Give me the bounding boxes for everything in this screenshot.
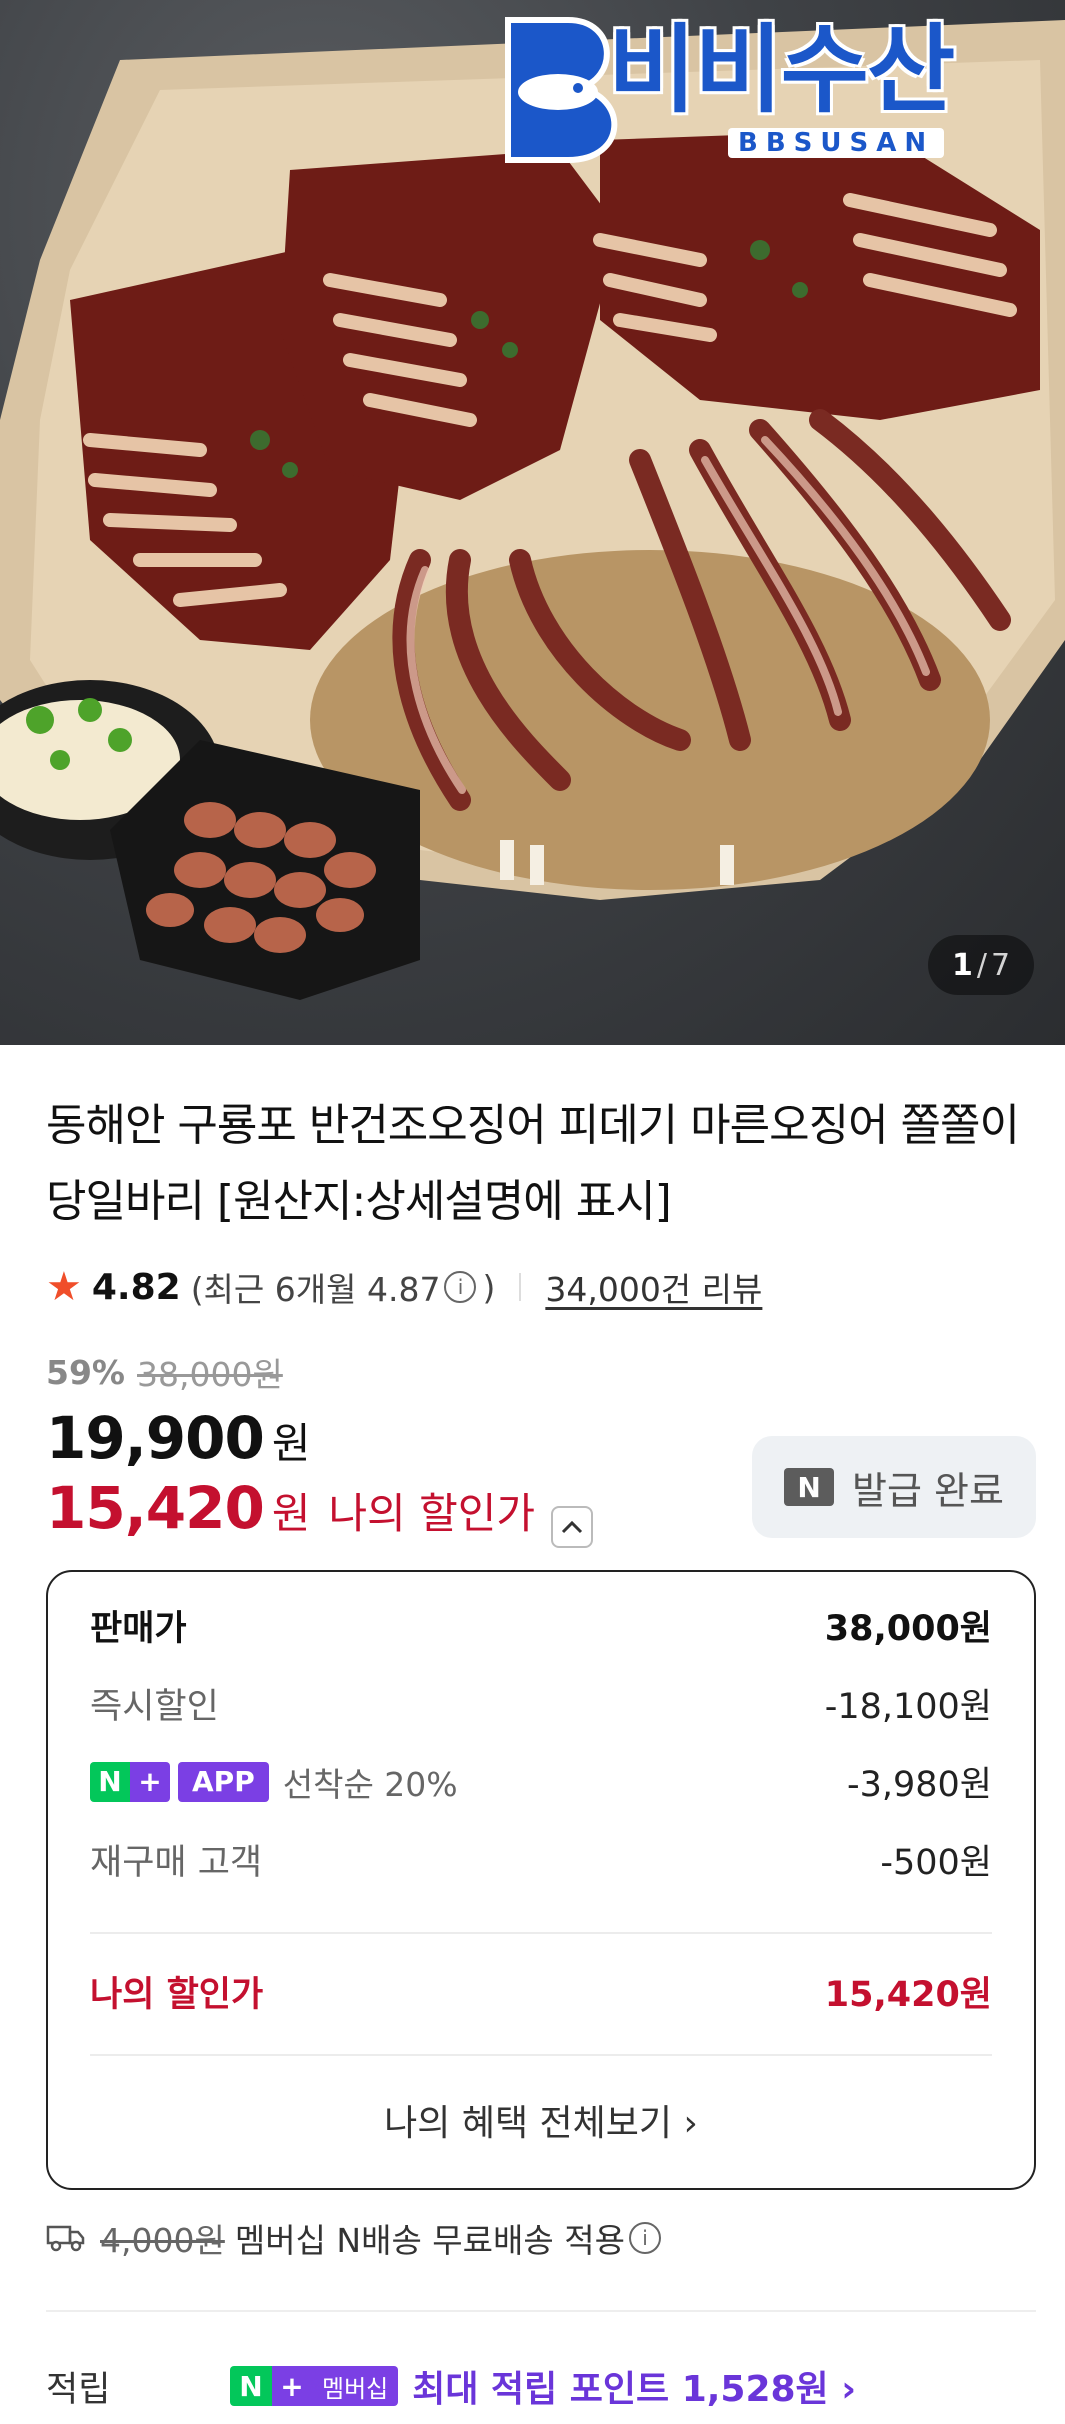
info-icon[interactable]: i bbox=[444, 1271, 477, 1303]
product-image[interactable]: 비비수산 BBSUSAN 1 / 7 bbox=[0, 0, 1065, 1045]
image-counter-separator: / bbox=[976, 947, 987, 983]
discount-rate: 59% bbox=[46, 1352, 125, 1392]
breakdown-label: 재구매 고객 bbox=[90, 1843, 263, 1883]
original-shipping-fee: 4,000원 bbox=[100, 2221, 225, 2260]
membership-badge: 멤버십 bbox=[312, 2366, 399, 2406]
current-image-index: 1 bbox=[951, 947, 973, 983]
price-breakdown-box: 판매가 38,000원 즉시할인 -18,100원 N + APP 선착순 20… bbox=[46, 1570, 1036, 2190]
max-points-link[interactable]: 최대 적립 포인트 1,528원 › bbox=[412, 2360, 856, 2412]
my-price-row: 15,420 원 나의 할인가 bbox=[46, 1474, 594, 1548]
breakdown-row-repurchase: 재구매 고객 -500원 bbox=[90, 1834, 992, 1885]
my-discount-price: 15,420 bbox=[46, 1474, 265, 1542]
breakdown-value: -18,100원 bbox=[824, 1687, 992, 1727]
my-price-label: 나의 할인가 bbox=[328, 1489, 536, 1538]
breakdown-label: 판매가 bbox=[90, 1609, 187, 1649]
plus-badge: + bbox=[130, 1761, 170, 1802]
info-icon[interactable]: i bbox=[628, 2222, 661, 2254]
total-value: 15,420원 bbox=[824, 1975, 992, 2015]
my-price-unit: 원 bbox=[271, 1489, 311, 1538]
coupon-label: 발급 완료 bbox=[852, 1468, 1004, 1513]
shipping-row: 4,000원 멤버십 N배송 무료배송 적용 i bbox=[46, 2210, 667, 2266]
app-discount-tags: N + APP 선착순 20% bbox=[90, 1758, 458, 1806]
star-icon: ★ bbox=[46, 1264, 82, 1310]
divider bbox=[90, 1932, 992, 1934]
sale-price-unit: 원 bbox=[271, 1419, 311, 1468]
logo-text: 비비수산 bbox=[608, 14, 955, 126]
naver-n-badge: N bbox=[90, 1761, 130, 1802]
divider bbox=[519, 1273, 522, 1301]
brand-logo: 비비수산 BBSUSAN bbox=[488, 10, 1028, 170]
total-label: 나의 할인가 bbox=[90, 1975, 264, 2015]
breakdown-value: -500원 bbox=[880, 1843, 992, 1883]
discount-row: 59% 38,000원 bbox=[46, 1348, 283, 1396]
plus-badge: + bbox=[272, 2366, 312, 2406]
breakdown-row-list-price: 판매가 38,000원 bbox=[90, 1600, 992, 1651]
breakdown-label: 즉시할인 bbox=[90, 1687, 219, 1727]
chevron-up-icon[interactable] bbox=[551, 1506, 594, 1548]
sale-price: 19,900 bbox=[46, 1404, 265, 1472]
rating-row: ★ 4.82 (최근 6개월 4.87 i ) 34,000건 리뷰 bbox=[46, 1262, 762, 1312]
sale-price-row: 19,900 원 bbox=[46, 1404, 310, 1472]
rating-score: 4.82 bbox=[91, 1266, 181, 1308]
breakdown-row-app-discount: N + APP 선착순 20% -3,980원 bbox=[90, 1756, 992, 1807]
naver-n-badge: N bbox=[230, 2366, 272, 2406]
total-images: 7 bbox=[990, 947, 1011, 983]
view-all-benefits-link[interactable]: 나의 혜택 전체보기 › bbox=[48, 2094, 1034, 2146]
points-label: 적립 bbox=[46, 2369, 111, 2410]
divider bbox=[90, 2054, 992, 2056]
points-row: 적립 N + 멤버십 최대 적립 포인트 1,528원 › bbox=[46, 2358, 1036, 2414]
coupon-issued-button[interactable]: N 발급 완료 bbox=[752, 1436, 1036, 1538]
breakdown-row-instant-discount: 즉시할인 -18,100원 bbox=[90, 1678, 992, 1729]
recent-rating-close: ) bbox=[482, 1267, 496, 1307]
naver-n-icon: N bbox=[784, 1468, 835, 1506]
divider bbox=[46, 2310, 1036, 2312]
breakdown-label: 선착순 20% bbox=[282, 1764, 458, 1804]
breakdown-total-row: 나의 할인가 15,420원 bbox=[90, 1966, 992, 2017]
breakdown-value: 38,000원 bbox=[824, 1609, 992, 1649]
reviews-link[interactable]: 34,000건 리뷰 bbox=[545, 1263, 762, 1311]
logo-subtext: BBSUSAN bbox=[728, 128, 945, 158]
recent-rating: (최근 6개월 4.87 bbox=[190, 1270, 441, 1309]
truck-icon bbox=[46, 2225, 85, 2252]
breakdown-value: -3,980원 bbox=[846, 1765, 992, 1805]
original-price: 38,000원 bbox=[137, 1355, 283, 1394]
shipping-text: 멤버십 N배송 무료배송 적용 bbox=[234, 2221, 625, 2260]
app-badge: APP bbox=[178, 1761, 269, 1802]
image-counter: 1 / 7 bbox=[928, 935, 1034, 995]
product-title: 동해안 구룡포 반건조오징어 피데기 마른오징어 쫄쫄이 당일바리 [원산지:상… bbox=[46, 1100, 1020, 1227]
